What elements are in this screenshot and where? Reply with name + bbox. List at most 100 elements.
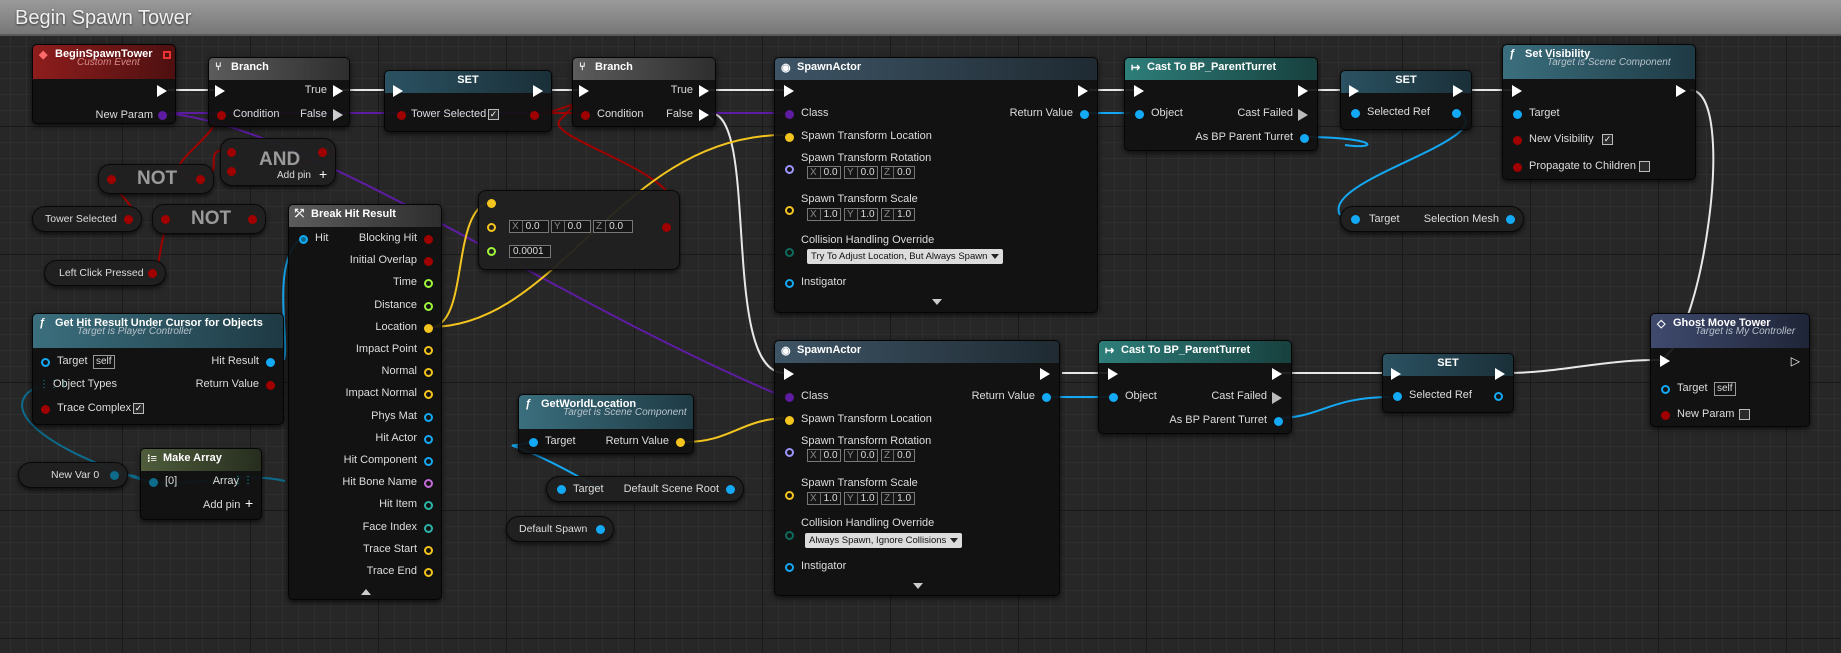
break-hit-output-pin[interactable]	[424, 523, 433, 533]
scale-y-field[interactable]: Y 1.0	[844, 492, 878, 505]
not-out-pin[interactable]	[248, 215, 257, 224]
not-node-1[interactable]: NOT	[98, 164, 214, 194]
branch-node-1[interactable]: ⑂ Branch True Condition False	[208, 57, 350, 127]
set-visibility-node[interactable]: ƒ Set Visibility Target is Scene Compone…	[1502, 44, 1696, 180]
collision-pin[interactable]	[785, 248, 794, 257]
self-field[interactable]: self	[1714, 382, 1736, 396]
rotation-y-field[interactable]: Y 0.0	[844, 166, 878, 179]
selection-mesh-getter[interactable]: Target Selection Mesh	[1340, 206, 1524, 232]
add-pin-icon[interactable]: +	[245, 495, 253, 511]
as-turret-pin[interactable]	[1274, 417, 1283, 426]
scale-pin[interactable]	[785, 206, 794, 215]
selected-ref-out-pin[interactable]	[1494, 392, 1503, 401]
add-pin-label[interactable]: Add pin	[277, 170, 311, 181]
tower-selected-pin[interactable]	[397, 111, 406, 120]
exec-in-pin[interactable]	[579, 85, 589, 97]
exec-in-pin[interactable]	[784, 85, 794, 97]
return-value-pin[interactable]	[1042, 393, 1051, 402]
new-param-pin[interactable]	[1661, 411, 1670, 420]
hit-result-pin[interactable]	[266, 358, 275, 367]
true-exec-pin[interactable]	[333, 85, 343, 97]
and-out-pin[interactable]	[318, 148, 327, 157]
break-hit-output-pin[interactable]	[424, 479, 433, 489]
exec-out-pin[interactable]	[1453, 85, 1463, 97]
vector-y-field[interactable]: Y 0.0	[551, 220, 591, 233]
exec-out-pin[interactable]	[1078, 85, 1088, 97]
exec-out-pin[interactable]	[1040, 368, 1050, 380]
instigator-pin[interactable]	[785, 563, 794, 572]
collision-dropdown[interactable]: Try To Adjust Location, But Always Spawn	[807, 249, 1004, 264]
tower-selected-checkbox[interactable]: ✓	[488, 109, 499, 120]
not-node-2[interactable]: NOT	[152, 204, 266, 234]
tolerance-field[interactable]: 0.0001	[509, 245, 551, 258]
set-selected-ref-node-1[interactable]: SET Selected Ref	[1340, 70, 1472, 130]
target-pin[interactable]	[41, 358, 50, 367]
cast-failed-exec-pin[interactable]	[1272, 392, 1282, 404]
location-pin[interactable]	[785, 133, 794, 142]
exec-in-pin[interactable]	[1134, 85, 1144, 97]
break-hit-output-pin[interactable]	[424, 279, 433, 289]
trace-complex-checkbox[interactable]: ✓	[133, 403, 144, 414]
target-pin[interactable]	[1513, 110, 1522, 119]
selected-ref-pin[interactable]	[1393, 392, 1402, 401]
instigator-pin[interactable]	[785, 279, 794, 288]
target-pin[interactable]	[1351, 215, 1360, 224]
spawn-actor-node-2[interactable]: ◉ SpawnActor Class Return Value Spawn Tr…	[774, 340, 1060, 596]
new-var-0-variable[interactable]: New Var 0	[18, 462, 128, 488]
array-grid-icon[interactable]: ⋮⋮	[233, 475, 253, 486]
add-pin-icon[interactable]: +	[319, 166, 327, 182]
propagate-checkbox[interactable]	[1639, 161, 1650, 172]
begin-spawn-tower-event-node[interactable]: ◆ BeginSpawnTower Custom Event New Param	[32, 44, 176, 124]
location-pin[interactable]	[785, 416, 794, 425]
break-hit-output-pin[interactable]	[424, 434, 433, 444]
default-scene-root-pin[interactable]	[726, 485, 735, 494]
new-var-0-out-pin[interactable]	[110, 471, 119, 480]
left-click-out-pin[interactable]	[148, 269, 157, 278]
scale-x-field[interactable]: X 1.0	[807, 492, 841, 505]
rotation-x-field[interactable]: X 0.0	[807, 166, 841, 179]
class-pin[interactable]	[785, 393, 794, 402]
get-hit-result-under-cursor-node[interactable]: ƒ Get Hit Result Under Cursor for Object…	[32, 313, 284, 425]
and-node[interactable]: AND Add pin +	[220, 138, 336, 186]
scale-x-field[interactable]: X 1.0	[807, 208, 841, 221]
rotation-x-field[interactable]: X 0.0	[807, 449, 841, 462]
target-pin[interactable]	[1661, 385, 1670, 394]
left-click-pressed-variable[interactable]: Left Click Pressed	[44, 260, 166, 286]
vector-in-pin-b[interactable]	[487, 223, 496, 232]
rotation-z-field[interactable]: Z 0.0	[881, 449, 915, 462]
vector-x-field[interactable]: X 0.0	[509, 220, 549, 233]
bool-out-pin[interactable]	[662, 223, 671, 232]
rotation-y-field[interactable]: Y 0.0	[844, 449, 878, 462]
selection-mesh-pin[interactable]	[1506, 215, 1515, 224]
break-hit-output-pin[interactable]	[424, 545, 433, 555]
cast-to-bp-parent-turret-node-2[interactable]: ↦ Cast To BP_ParentTurret Object Cast Fa…	[1098, 340, 1292, 434]
new-param-pin[interactable]	[158, 111, 167, 120]
set-tower-selected-node[interactable]: SET Tower Selected ✓	[384, 70, 552, 132]
collapse-arrow-icon[interactable]	[361, 589, 371, 595]
vector-compare-node[interactable]: X 0.0 Y 0.0 Z 0.0 0.0001	[478, 190, 680, 270]
condition-pin[interactable]	[581, 111, 590, 120]
exec-out-pin[interactable]	[1272, 368, 1282, 380]
selected-ref-pin[interactable]	[1351, 109, 1360, 118]
new-visibility-checkbox[interactable]: ✓	[1602, 134, 1613, 145]
exec-out-pin[interactable]	[1495, 368, 1505, 380]
tower-selected-variable[interactable]: Tower Selected	[32, 206, 142, 232]
exec-in-pin[interactable]	[393, 85, 403, 97]
scale-z-field[interactable]: Z 1.0	[881, 492, 915, 505]
vector-z-field[interactable]: Z 0.0	[593, 220, 633, 233]
exec-out-pin[interactable]	[533, 85, 543, 97]
exec-out-pin[interactable]	[1676, 85, 1686, 97]
break-hit-output-pin[interactable]	[424, 368, 433, 378]
break-hit-output-pin[interactable]	[424, 457, 433, 466]
exec-in-pin[interactable]	[784, 368, 794, 380]
break-hit-output-pin[interactable]	[424, 568, 433, 577]
scale-z-field[interactable]: Z 1.0	[881, 208, 915, 221]
branch-node-2[interactable]: ⑂ Branch True Condition False	[572, 57, 716, 127]
tolerance-pin[interactable]	[487, 247, 496, 256]
exec-out-pin[interactable]	[1298, 85, 1308, 97]
vector-in-pin-a[interactable]	[487, 199, 496, 208]
target-pin[interactable]	[529, 438, 538, 447]
tower-selected-out-pin[interactable]	[530, 111, 539, 120]
cast-to-bp-parent-turret-node-1[interactable]: ↦ Cast To BP_ParentTurret Object Cast Fa…	[1124, 57, 1318, 151]
exec-in-pin[interactable]	[215, 85, 225, 97]
